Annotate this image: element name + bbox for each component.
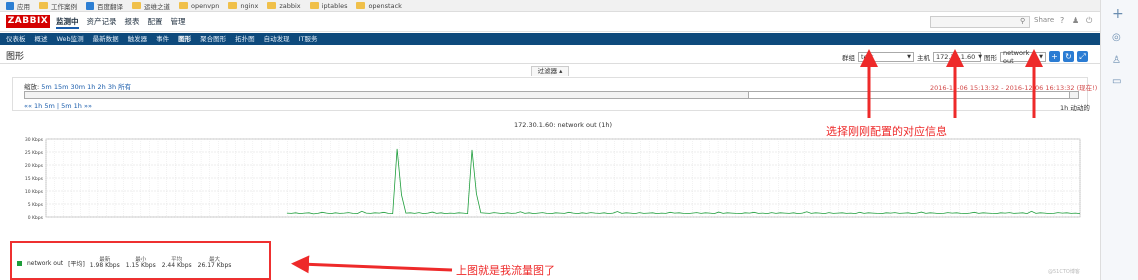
window-icon[interactable]: ▭ [1112, 76, 1121, 87]
plus-icon[interactable]: + [1112, 6, 1124, 22]
annotation-arrows [291, 49, 1043, 274]
settings-icon[interactable]: ◎ [1112, 32, 1121, 43]
arrow [291, 255, 453, 274]
watermark: @51CTO博客 [1048, 269, 1080, 275]
user-icon[interactable]: ♙ [1112, 55, 1121, 66]
